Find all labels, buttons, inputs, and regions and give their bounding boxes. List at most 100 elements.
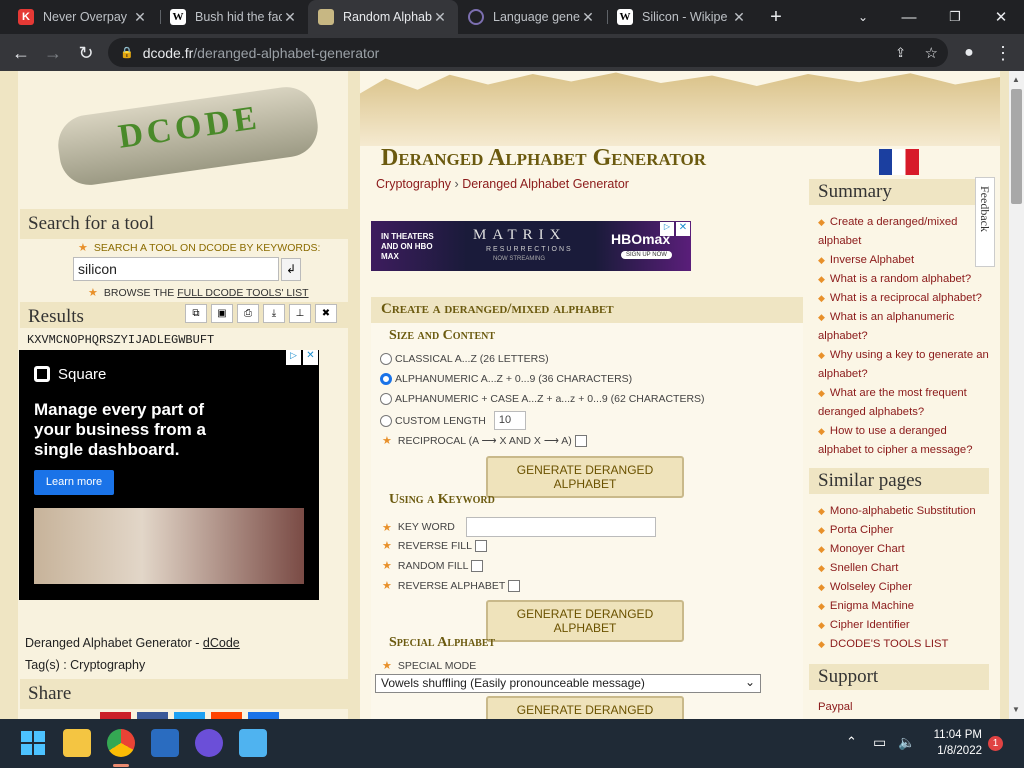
- twitter-icon[interactable]: [174, 712, 205, 719]
- option-reverse-fill[interactable]: ★ REVERSE FILL: [382, 539, 487, 552]
- microsoft-store-icon[interactable]: [151, 729, 179, 757]
- summary-item[interactable]: ◆ Why using a key to generate an alphabet…: [818, 346, 989, 384]
- copy-icon[interactable]: ⧉: [185, 304, 207, 323]
- option-random-fill[interactable]: ★ RANDOM FILL: [382, 559, 484, 572]
- scrollbar-thumb[interactable]: [1011, 89, 1022, 204]
- french-flag-icon[interactable]: [879, 149, 919, 175]
- menu-icon[interactable]: ⋮: [990, 40, 1016, 66]
- random-fill-checkbox[interactable]: [471, 559, 484, 572]
- close-tab-icon[interactable]: ✕: [282, 9, 298, 26]
- share-icon[interactable]: ⇪: [895, 45, 906, 61]
- similar-item[interactable]: ◆ Porta Cipher: [818, 521, 989, 540]
- forward-icon[interactable]: →: [40, 40, 66, 66]
- volume-icon[interactable]: 🔈: [898, 734, 915, 751]
- option-alphanumeric[interactable]: ALPHANUMERIC A...Z + 0...9 (36 CHARACTER…: [380, 373, 632, 385]
- special-mode-select[interactable]: Vowels shuffling (Easily pronounceable m…: [375, 674, 761, 693]
- classical-radio[interactable]: [380, 353, 392, 365]
- banner-signup-button[interactable]: SIGN UP NOW: [621, 251, 672, 259]
- option-alphanumeric-case[interactable]: ALPHANUMERIC + CASE A...Z + a...z + 0...…: [380, 393, 705, 405]
- close-tab-icon[interactable]: ✕: [432, 9, 448, 26]
- tab-search-chevron-icon[interactable]: ⌄: [840, 0, 886, 34]
- option-reverse-alphabet[interactable]: ★ REVERSE ALPHABET: [382, 579, 521, 592]
- tab-language-generator[interactable]: Language gene ✕: [458, 0, 606, 34]
- email-share-icon[interactable]: [248, 712, 279, 719]
- support-item[interactable]: Paypal: [818, 698, 989, 717]
- scroll-down-icon[interactable]: ▼: [1012, 705, 1020, 714]
- clear-icon[interactable]: ✖: [315, 304, 337, 323]
- file-explorer-icon[interactable]: [63, 729, 91, 757]
- download-icon[interactable]: ⤓: [263, 304, 285, 323]
- similar-item[interactable]: ◆ Cipher Identifier: [818, 616, 989, 635]
- option-custom-length[interactable]: CUSTOM LENGTH 10: [380, 411, 526, 430]
- address-bar[interactable]: 🔒 dcode.fr/deranged-alphabet-generator ⇪…: [108, 38, 948, 67]
- tab-never-overpay[interactable]: K Never Overpay ✕: [8, 0, 158, 34]
- pin-icon[interactable]: ⊥: [289, 304, 311, 323]
- facebook-icon[interactable]: [137, 712, 168, 719]
- minimize-icon[interactable]: —: [886, 0, 932, 34]
- ad-info-icon[interactable]: ▷: [660, 222, 674, 236]
- save-icon[interactable]: ▣: [211, 304, 233, 323]
- summary-item[interactable]: ◆ What is a random alphabet?: [818, 270, 989, 289]
- generate-button-3[interactable]: GENERATE DERANGED ALPHABET: [486, 696, 684, 719]
- custom-length-input[interactable]: 10: [493, 411, 526, 430]
- reverse-fill-checkbox[interactable]: [475, 539, 487, 552]
- profile-icon[interactable]: ●: [956, 40, 982, 66]
- pinterest-icon[interactable]: [100, 712, 131, 719]
- dcode-logo[interactable]: DCODE: [54, 79, 322, 199]
- alphanumeric-case-radio[interactable]: [380, 393, 392, 405]
- generate-button-1[interactable]: GENERATE DERANGED ALPHABET: [486, 456, 684, 498]
- reddit-icon[interactable]: [211, 712, 242, 719]
- notification-badge[interactable]: 1: [988, 736, 1003, 751]
- search-submit-icon[interactable]: ↲: [281, 258, 301, 281]
- page-scrollbar[interactable]: ▲ ▼: [1009, 71, 1024, 719]
- option-reciprocal[interactable]: ★ RECIPROCAL (A ⟶ X AND X ⟶ A): [382, 434, 587, 447]
- keyword-input[interactable]: [465, 517, 656, 537]
- ad-close-icon[interactable]: ✕: [303, 350, 318, 365]
- bookmark-star-icon[interactable]: ☆: [925, 44, 938, 62]
- ad-close-icon[interactable]: ✕: [676, 222, 690, 236]
- print-icon[interactable]: ⎙: [237, 304, 259, 323]
- summary-item[interactable]: ◆ What are the most frequent deranged alp…: [818, 384, 989, 422]
- option-classical[interactable]: CLASSICAL A...Z (26 LETTERS): [380, 353, 549, 365]
- browse-tools-link[interactable]: FULL DCODE TOOLS' LIST: [177, 287, 308, 299]
- tags-value[interactable]: Cryptography: [70, 658, 145, 672]
- dcode-link[interactable]: dCode: [203, 636, 240, 650]
- summary-item[interactable]: ◆ How to use a deranged alphabet to ciphe…: [818, 422, 989, 460]
- windows-start-icon[interactable]: [19, 729, 47, 757]
- similar-item[interactable]: ◆ Monoyer Chart: [818, 540, 989, 559]
- reciprocal-checkbox[interactable]: [574, 434, 587, 447]
- close-tab-icon[interactable]: ✕: [132, 9, 148, 26]
- alphanumeric-radio[interactable]: [380, 373, 392, 385]
- close-tab-icon[interactable]: ✕: [580, 9, 596, 26]
- tab-silicon-wikipedia[interactable]: W Silicon - Wikipe ✕: [607, 0, 757, 34]
- feedback-tab[interactable]: Feedback: [975, 177, 995, 267]
- close-tab-icon[interactable]: ✕: [731, 9, 747, 26]
- similar-item[interactable]: ◆ Enigma Machine: [818, 597, 989, 616]
- ad-info-icon[interactable]: ▷: [286, 350, 301, 365]
- similar-item[interactable]: ◆ Snellen Chart: [818, 559, 989, 578]
- generate-button-2[interactable]: GENERATE DERANGED ALPHABET: [486, 600, 684, 642]
- breadcrumb-cryptography[interactable]: Cryptography: [376, 177, 451, 191]
- app-icon[interactable]: [195, 729, 223, 757]
- custom-length-radio[interactable]: [380, 414, 392, 427]
- matrix-banner-ad[interactable]: IN THEATERS AND ON HBO MAX MATRIX RESURR…: [371, 221, 691, 271]
- network-icon[interactable]: ▭: [873, 734, 886, 751]
- new-tab-icon[interactable]: +: [754, 0, 798, 34]
- similar-item[interactable]: ◆ Mono-alphabetic Substitution: [818, 502, 989, 521]
- tab-random-alphabet[interactable]: Random Alphab ✕: [308, 0, 458, 34]
- similar-item[interactable]: ◆ Wolseley Cipher: [818, 578, 989, 597]
- summary-item[interactable]: ◆ What is a reciprocal alphabet?: [818, 289, 989, 308]
- summary-item[interactable]: ◆ Inverse Alphabet: [818, 251, 989, 270]
- tab-bush-hid-the-facts[interactable]: W Bush hid the fac ✕: [160, 0, 308, 34]
- breadcrumb-current[interactable]: Deranged Alphabet Generator: [462, 177, 629, 191]
- show-hidden-icons-chevron-icon[interactable]: ⌃: [846, 734, 857, 750]
- square-ad[interactable]: ▷ ✕ Square Manage every part of your bus…: [19, 350, 319, 600]
- search-input[interactable]: silicon: [73, 257, 279, 281]
- clock[interactable]: 11:04 PM 1/8/2022: [924, 727, 982, 759]
- close-window-icon[interactable]: ✕: [978, 0, 1024, 34]
- reload-icon[interactable]: ↻: [73, 40, 99, 66]
- chrome-icon[interactable]: [107, 729, 135, 757]
- summary-item[interactable]: ◆ What is an alphanumeric alphabet?: [818, 308, 989, 346]
- similar-item[interactable]: ◆ DCODE'S TOOLS LIST: [818, 635, 989, 654]
- reverse-alphabet-checkbox[interactable]: [508, 579, 521, 592]
